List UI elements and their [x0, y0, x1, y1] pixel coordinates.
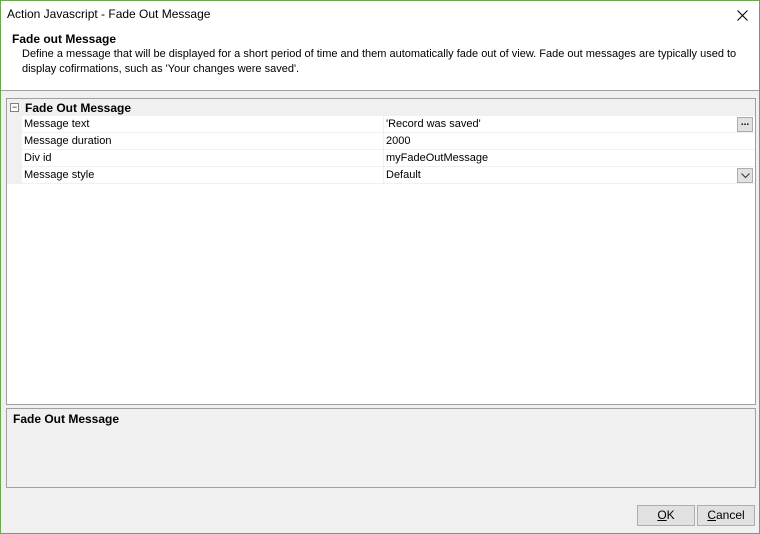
- ellipsis-button[interactable]: ...: [737, 117, 753, 132]
- property-row-message-text[interactable]: Message text 'Record was saved' ...: [7, 116, 755, 133]
- property-row-message-duration[interactable]: Message duration 2000: [7, 133, 755, 150]
- property-row-message-style[interactable]: Message style Default: [7, 167, 755, 184]
- property-name: Message duration: [22, 133, 384, 150]
- row-gutter: [7, 116, 22, 133]
- cancel-label-rest: ancel: [715, 508, 745, 522]
- cancel-button[interactable]: Cancel: [697, 505, 755, 526]
- category-row[interactable]: − Fade Out Message: [7, 99, 755, 116]
- header-description: Define a message that will be displayed …: [22, 48, 737, 75]
- property-name: Message style: [22, 167, 384, 184]
- property-value-div-id[interactable]: myFadeOutMessage: [384, 150, 755, 167]
- row-gutter: [7, 150, 22, 167]
- dialog-header: Fade out Message Define a message that w…: [1, 29, 759, 91]
- property-value: 'Record was saved': [386, 118, 481, 130]
- property-value: myFadeOutMessage: [386, 152, 489, 164]
- ok-label-rest: K: [666, 508, 675, 522]
- property-value-message-duration[interactable]: 2000: [384, 133, 755, 150]
- row-gutter: [7, 167, 22, 184]
- ok-button[interactable]: OK: [637, 505, 695, 526]
- property-grid: − Fade Out Message Message text 'Record …: [6, 98, 756, 405]
- property-value-message-text[interactable]: 'Record was saved' ...: [384, 116, 755, 133]
- dropdown-button[interactable]: [737, 168, 753, 183]
- property-row-div-id[interactable]: Div id myFadeOutMessage: [7, 150, 755, 167]
- description-title: Fade Out Message: [13, 412, 120, 426]
- close-icon: [736, 9, 748, 21]
- property-name: Div id: [22, 150, 384, 167]
- cancel-mnemonic: C: [707, 508, 716, 522]
- category-label: Fade Out Message: [25, 101, 132, 115]
- title-bar[interactable]: Action Javascript - Fade Out Message: [1, 1, 759, 29]
- window-title: Action Javascript - Fade Out Message: [7, 7, 211, 21]
- property-value-message-style[interactable]: Default: [384, 167, 755, 184]
- dialog-window: Action Javascript - Fade Out Message Fad…: [0, 0, 760, 534]
- close-button[interactable]: [731, 4, 753, 26]
- description-panel: Fade Out Message: [6, 408, 756, 488]
- property-name: Message text: [22, 116, 384, 133]
- row-gutter: [7, 133, 22, 150]
- ok-mnemonic: O: [657, 508, 667, 522]
- header-title: Fade out Message: [12, 32, 117, 46]
- property-value: 2000: [386, 135, 411, 147]
- chevron-down-icon: [740, 172, 750, 178]
- collapse-icon[interactable]: −: [10, 103, 19, 112]
- property-value: Default: [386, 169, 421, 181]
